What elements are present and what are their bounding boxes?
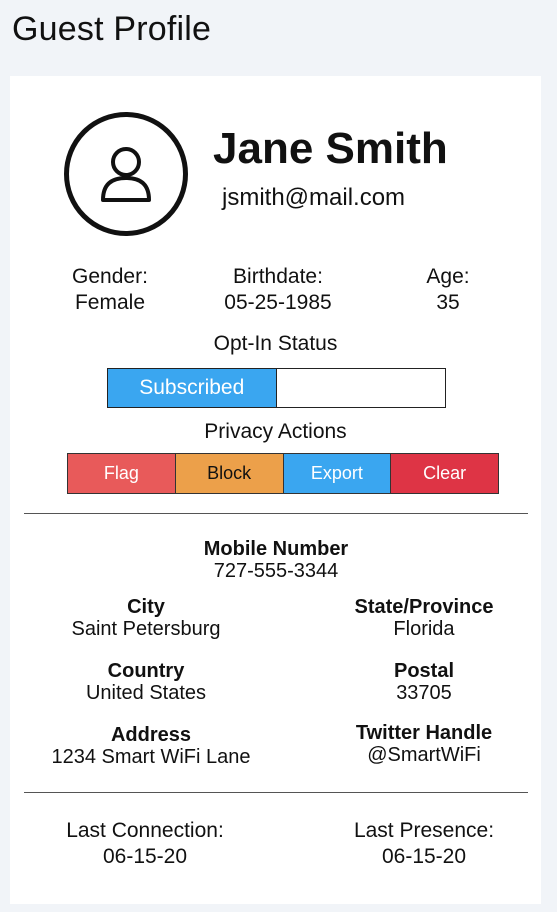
privacy-actions-title: Privacy Actions <box>204 420 347 443</box>
last-connection-value: 06-15-20 <box>102 845 188 868</box>
divider <box>24 792 528 793</box>
divider <box>24 513 528 514</box>
clear-button[interactable]: Clear <box>391 454 498 493</box>
gender-label: Gender: <box>72 265 148 288</box>
address-value: 1234 Smart WiFi Lane <box>51 746 251 768</box>
mobile-value: 727-555-3344 <box>213 560 339 582</box>
avatar <box>64 112 188 236</box>
optin-title: Opt-In Status <box>213 332 338 355</box>
optin-status-bar: Subscribed <box>107 368 446 408</box>
postal-label: Postal <box>393 660 455 682</box>
state-value: Florida <box>393 618 455 640</box>
guest-email: jsmith@mail.com <box>222 184 406 211</box>
age-label: Age: <box>426 265 470 288</box>
postal-field: Postal 33705 <box>320 660 528 704</box>
address-field: Address 1234 Smart WiFi Lane <box>30 724 272 768</box>
mobile-field: Mobile Number 727-555-3344 <box>150 538 402 582</box>
last-connection: Last Connection: 06-15-20 <box>40 818 250 870</box>
city-field: City Saint Petersburg <box>30 596 262 640</box>
last-connection-label: Last Connection: <box>66 819 224 842</box>
age-value: 35 <box>436 291 460 314</box>
birthdate-stat: Birthdate: 05-25-1985 <box>194 264 362 316</box>
page-title: Guest Profile <box>12 10 212 48</box>
city-label: City <box>127 596 165 618</box>
state-field: State/Province Florida <box>320 596 528 640</box>
privacy-actions-group: Flag Block Export Clear <box>67 453 499 494</box>
country-field: Country United States <box>30 660 262 704</box>
twitter-field: Twitter Handle @SmartWiFi <box>320 722 528 766</box>
birthdate-value: 05-25-1985 <box>224 291 332 314</box>
country-value: United States <box>85 682 207 704</box>
mobile-label: Mobile Number <box>203 538 349 560</box>
twitter-label: Twitter Handle <box>355 722 493 744</box>
country-label: Country <box>107 660 185 682</box>
last-presence: Last Presence: 06-15-20 <box>330 818 518 870</box>
block-button[interactable]: Block <box>175 454 284 493</box>
user-icon <box>101 147 151 202</box>
guest-profile-card: Jane Smith jsmith@mail.com Gender: Femal… <box>10 76 541 904</box>
address-label: Address <box>110 724 192 746</box>
birthdate-label: Birthdate: <box>233 265 323 288</box>
export-button[interactable]: Export <box>283 454 392 493</box>
age-stat: Age: 35 <box>398 264 498 316</box>
optin-status-fill: Subscribed <box>108 369 277 407</box>
last-presence-label: Last Presence: <box>353 819 495 842</box>
state-label: State/Province <box>354 596 494 618</box>
gender-stat: Gender: Female <box>50 264 170 316</box>
postal-value: 33705 <box>396 682 452 704</box>
city-value: Saint Petersburg <box>71 618 221 640</box>
flag-button[interactable]: Flag <box>68 454 176 493</box>
twitter-value: @SmartWiFi <box>367 744 481 766</box>
last-presence-value: 06-15-20 <box>381 845 467 868</box>
guest-name: Jane Smith <box>213 124 448 173</box>
gender-value: Female <box>74 291 146 314</box>
